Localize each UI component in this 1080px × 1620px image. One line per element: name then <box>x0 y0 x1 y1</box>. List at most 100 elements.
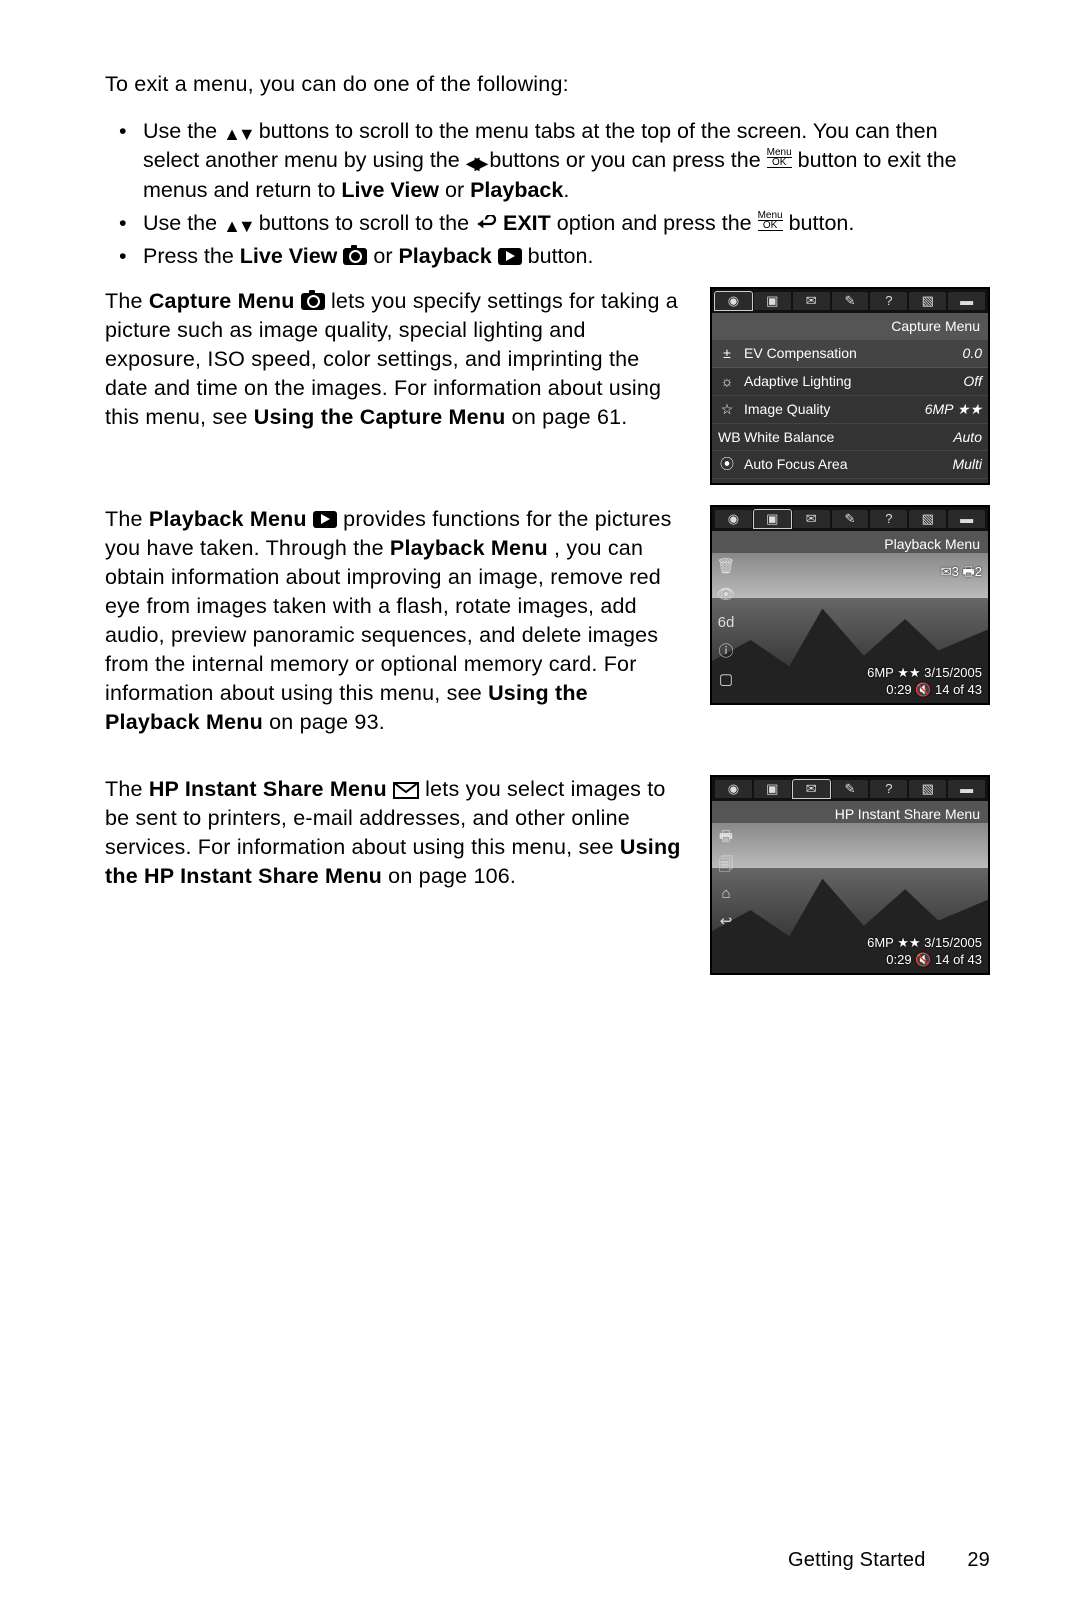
row-icon: ☼ <box>718 372 736 391</box>
playback-icon <box>313 511 337 528</box>
row-icon: ☆ <box>718 400 736 419</box>
advice-icon: 6d <box>715 613 737 633</box>
page-footer: Getting Started 29 <box>788 1547 990 1574</box>
capture-menu-title: Capture Menu <box>149 289 295 313</box>
tab-share: ✉ <box>793 292 830 310</box>
row-icon: WB <box>718 428 736 447</box>
redeye-icon: 👁 <box>715 585 737 605</box>
playback-icon <box>498 248 522 265</box>
bullet-1: Use the ▲▼ buttons to scroll to the menu… <box>105 117 990 205</box>
capture-menu-screenshot: ◉ ▣ ✉ ✎ ? ▧ ▬ Capture Menu ± EV Compensat… <box>710 287 990 485</box>
up-down-arrows-icon: ▲▼ <box>223 122 253 146</box>
row-value: 0.0 <box>963 344 982 363</box>
print-icon: 🖶 <box>715 827 737 847</box>
tab-share: ✉ <box>793 780 830 798</box>
tab-capture: ◉ <box>715 780 752 798</box>
playback-side-icons: 🗑 👁 6d ⓘ ▢ <box>715 557 737 697</box>
page-number: 29 <box>967 1547 990 1574</box>
menu-row: WBWhite BalanceAuto <box>712 424 988 452</box>
share-menu-section: The HP Instant Share Menu lets you selec… <box>105 775 990 975</box>
text-fragment: . <box>563 178 569 202</box>
row-value: Off <box>963 372 982 391</box>
row-icon: ± <box>718 344 736 363</box>
text-fragment: The <box>105 507 149 531</box>
exit-label: EXIT <box>503 211 551 235</box>
intro-text: To exit a menu, you can do one of the fo… <box>105 70 990 99</box>
playback-menu-section: The Playback Menu provides functions for… <box>105 505 990 755</box>
menu-ok-icon: MenuOK <box>758 211 783 231</box>
camera-icon <box>301 293 325 310</box>
photo-meta-line: 0:29 🔇 14 of 43 <box>867 682 982 699</box>
left-right-arrows-icon: ◀▶ <box>466 151 484 175</box>
playback-label: Playback <box>398 244 491 268</box>
live-view-label: Live View <box>341 178 439 202</box>
playback-menu-screenshot: ◉ ▣ ✉ ✎ ? ▧ ▬ Playback Menu 🗑 👁 6d ⓘ ▢ ✉… <box>710 505 990 705</box>
back-icon: ↩ <box>715 912 737 932</box>
share-menu-title: HP Instant Share Menu <box>149 777 387 801</box>
text-fragment: button. <box>789 211 855 235</box>
playback-label: Playback <box>470 178 563 202</box>
capture-menu-ref: Using the Capture Menu <box>254 405 506 429</box>
photo-meta-line: 0:29 🔇 14 of 43 <box>867 952 982 969</box>
share-menu-text: The HP Instant Share Menu lets you selec… <box>105 775 688 891</box>
text-fragment: button. <box>528 244 594 268</box>
camera-icon <box>343 248 367 265</box>
tab-setup: ✎ <box>832 780 869 798</box>
tab-capture: ◉ <box>715 510 752 528</box>
tab-playback: ▣ <box>754 292 791 310</box>
menu-tabs: ◉ ▣ ✉ ✎ ? ▧ ▬ <box>712 289 988 313</box>
status-icons: ✉3 🖶2 <box>941 563 982 581</box>
tab-share: ✉ <box>793 510 830 528</box>
tab-playback: ▣ <box>754 780 791 798</box>
screen-title: Capture Menu <box>712 313 988 340</box>
tab-capture: ◉ <box>715 292 752 310</box>
text-fragment: Use the <box>143 211 223 235</box>
text-fragment: on page 93. <box>269 710 385 734</box>
menu-tabs: ◉ ▣ ✉ ✎ ? ▧ ▬ <box>712 777 988 801</box>
tab-card: ▧ <box>909 510 946 528</box>
tab-help: ? <box>870 780 907 798</box>
capture-menu-text: The Capture Menu lets you specify settin… <box>105 287 688 432</box>
bullet-2: Use the ▲▼ buttons to scroll to the EXIT… <box>105 209 990 238</box>
rotate-icon: ▢ <box>715 670 737 690</box>
photo-meta-line: 6MP ★★ 3/15/2005 <box>867 935 982 952</box>
row-label: Auto Focus Area <box>744 455 944 474</box>
delete-icon: 🗑 <box>715 557 737 577</box>
section-name: Getting Started <box>788 1549 926 1571</box>
up-down-arrows-icon: ▲▼ <box>223 214 253 238</box>
menu-ok-icon: MenuOK <box>767 148 792 168</box>
text-fragment: , you can obtain information about impro… <box>105 536 661 705</box>
row-value: 6MP ★★ <box>925 400 982 419</box>
tab-setup: ✎ <box>832 510 869 528</box>
photo-info: 6MP ★★ 3/15/2005 0:29 🔇 14 of 43 <box>867 935 982 969</box>
text-fragment: Use the <box>143 119 223 143</box>
print-count: 🖶2 <box>962 564 982 579</box>
playback-menu-title: Playback Menu <box>149 507 307 531</box>
row-value: Multi <box>952 455 982 474</box>
row-label: EV Compensation <box>744 344 955 363</box>
share-side-icons: 🖶 🗐 ⌂ ↩ <box>715 827 737 967</box>
row-label: Adaptive Lighting <box>744 372 955 391</box>
playback-menu-text: The Playback Menu provides functions for… <box>105 505 688 737</box>
text-fragment: The <box>105 777 149 801</box>
back-arrow-icon <box>475 211 497 235</box>
capture-menu-section: The Capture Menu lets you specify settin… <box>105 287 990 485</box>
share-menu-screenshot: ◉ ▣ ✉ ✎ ? ▧ ▬ HP Instant Share Menu 🖶 🗐 … <box>710 775 990 975</box>
row-icon: ⦿ <box>718 455 736 474</box>
text-fragment: buttons to scroll to the <box>259 211 475 235</box>
tab-help: ? <box>870 292 907 310</box>
tab-battery: ▬ <box>948 292 985 310</box>
menu-row: ± EV Compensation 0.0 <box>712 340 988 368</box>
tab-help: ? <box>870 510 907 528</box>
text-fragment: on page 61. <box>512 405 628 429</box>
row-value: Auto <box>953 428 982 447</box>
menu-tabs: ◉ ▣ ✉ ✎ ? ▧ ▬ <box>712 507 988 531</box>
text-fragment: buttons or you can press the <box>489 148 766 172</box>
photo-meta-line: 6MP ★★ 3/15/2005 <box>867 665 982 682</box>
tab-setup: ✎ <box>832 292 869 310</box>
tab-card: ▧ <box>909 780 946 798</box>
text-fragment: on page 106. <box>388 864 516 888</box>
menu-row: ☼ Adaptive Lighting Off <box>712 368 988 396</box>
row-label: Image Quality <box>744 400 917 419</box>
tab-playback: ▣ <box>754 510 791 528</box>
